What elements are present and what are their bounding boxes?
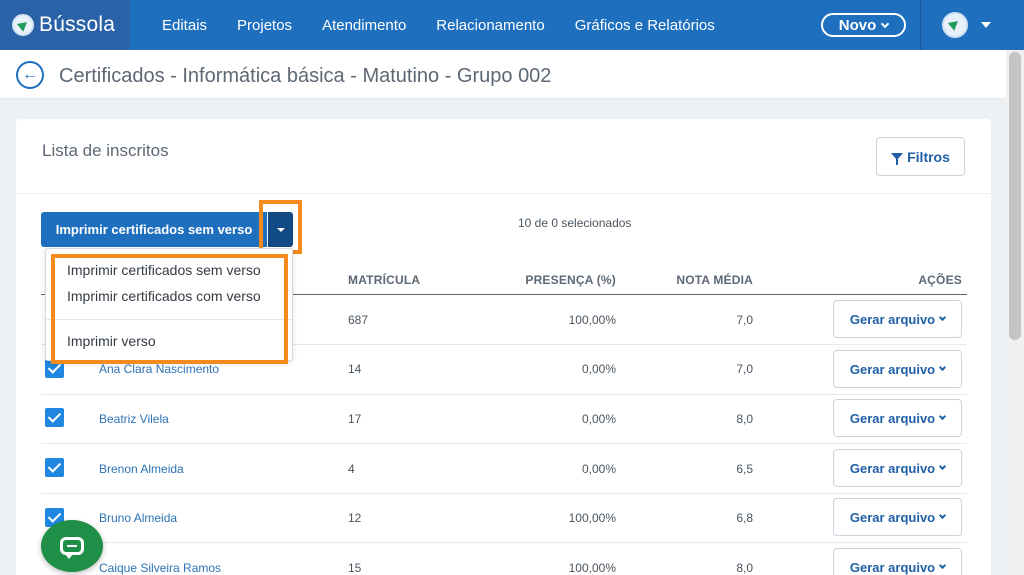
brand-logo[interactable]: Bússola (0, 0, 130, 50)
compass-icon (12, 14, 34, 36)
chevron-down-icon (939, 412, 947, 421)
row-divider (41, 394, 967, 395)
page-header: ← Certificados - Informática básica - Ma… (0, 50, 1006, 99)
chat-icon (60, 537, 84, 559)
cell-matricula: 4 (348, 462, 355, 476)
nav-item-graficos-relatorios[interactable]: Gráficos e Relatórios (575, 17, 715, 34)
cell-nota: 6,5 (736, 462, 753, 476)
cell-presenca: 0,00% (581, 412, 616, 426)
row-divider (41, 493, 967, 494)
row-checkbox[interactable] (45, 408, 64, 427)
user-avatar[interactable] (942, 12, 968, 38)
generate-file-button[interactable]: Gerar arquivo (833, 399, 962, 437)
highlight-box (51, 254, 288, 364)
brand-name: Bússola (39, 13, 116, 36)
column-header-nota-media: NOTA MÉDIA (676, 273, 753, 287)
chevron-down-icon (939, 363, 947, 372)
chevron-down-icon (881, 19, 890, 28)
generate-file-button[interactable]: Gerar arquivo (833, 350, 962, 388)
back-button[interactable]: ← (16, 61, 44, 89)
generate-file-label: Gerar arquivo (849, 509, 936, 525)
student-name[interactable]: Caique Silveira Ramos (99, 561, 221, 575)
generate-file-label: Gerar arquivo (849, 460, 936, 476)
student-name[interactable]: Bruno Almeida (99, 511, 177, 525)
cell-nota: 8,0 (736, 561, 753, 575)
generate-file-label: Gerar arquivo (849, 410, 936, 426)
cell-matricula: 14 (348, 362, 362, 376)
generate-file-button[interactable]: Gerar arquivo (833, 498, 962, 536)
nav-item-relacionamento[interactable]: Relacionamento (436, 17, 544, 34)
generate-file-label: Gerar arquivo (849, 559, 936, 575)
new-button[interactable]: Novo (821, 13, 906, 37)
chevron-down-icon (939, 313, 947, 322)
filters-button-label: Filtros (907, 148, 950, 165)
top-navbar: Bússola Editais Projetos Atendimento Rel… (0, 0, 1024, 50)
filter-icon (891, 153, 904, 165)
student-name[interactable]: Ana Clara Nascimento (99, 362, 219, 376)
print-certificates-button[interactable]: Imprimir certificados sem verso (41, 212, 267, 247)
chevron-down-icon (939, 561, 947, 570)
student-name[interactable]: Beatriz Vilela (99, 412, 169, 426)
cell-nota: 7,0 (736, 313, 753, 327)
cell-matricula: 17 (348, 412, 362, 426)
cell-presenca: 100,00% (568, 561, 616, 575)
cell-matricula: 15 (348, 561, 362, 575)
generate-file-label: Gerar arquivo (849, 361, 936, 377)
page-title: Certificados - Informática básica - Matu… (59, 65, 552, 87)
filters-button[interactable]: Filtros (876, 137, 965, 176)
row-divider (41, 443, 967, 444)
cell-presenca: 100,00% (568, 511, 616, 525)
cell-nota: 8,0 (736, 412, 753, 426)
cell-presenca: 100,00% (568, 313, 616, 327)
chat-button[interactable] (41, 520, 103, 572)
caret-down-icon[interactable] (981, 22, 991, 28)
nav-divider (920, 0, 921, 50)
cell-nota: 7,0 (736, 362, 753, 376)
selected-count: 10 de 0 selecionados (518, 216, 632, 230)
row-checkbox[interactable] (45, 458, 64, 477)
generate-file-label: Gerar arquivo (849, 311, 936, 327)
scrollbar-thumb[interactable] (1009, 52, 1021, 340)
cell-matricula: 12 (348, 511, 362, 525)
main-nav: Editais Projetos Atendimento Relacioname… (162, 0, 745, 50)
column-header-presenca: PRESENÇA (%) (525, 273, 616, 287)
column-header-acoes: AÇÕES (918, 273, 962, 287)
column-header-matricula: MATRÍCULA (348, 273, 421, 287)
student-name[interactable]: Brenon Almeida (99, 462, 184, 476)
nav-item-editais[interactable]: Editais (162, 17, 207, 34)
chevron-down-icon (939, 511, 947, 520)
divider (16, 193, 991, 194)
highlight-box (259, 200, 302, 254)
card-title: Lista de inscritos (42, 141, 169, 160)
cell-nota: 6,8 (736, 511, 753, 525)
cell-matricula: 687 (348, 313, 369, 327)
nav-item-atendimento[interactable]: Atendimento (322, 17, 406, 34)
cell-presenca: 0,00% (581, 462, 616, 476)
generate-file-button[interactable]: Gerar arquivo (833, 449, 962, 487)
nav-item-projetos[interactable]: Projetos (237, 17, 292, 34)
new-button-label: Novo (838, 16, 877, 34)
row-divider (41, 542, 967, 543)
chevron-down-icon (939, 462, 947, 471)
generate-file-button[interactable]: Gerar arquivo (833, 300, 962, 338)
arrow-left-icon: ← (22, 66, 38, 83)
generate-file-button[interactable]: Gerar arquivo (833, 548, 962, 575)
cell-presenca: 0,00% (581, 362, 616, 376)
